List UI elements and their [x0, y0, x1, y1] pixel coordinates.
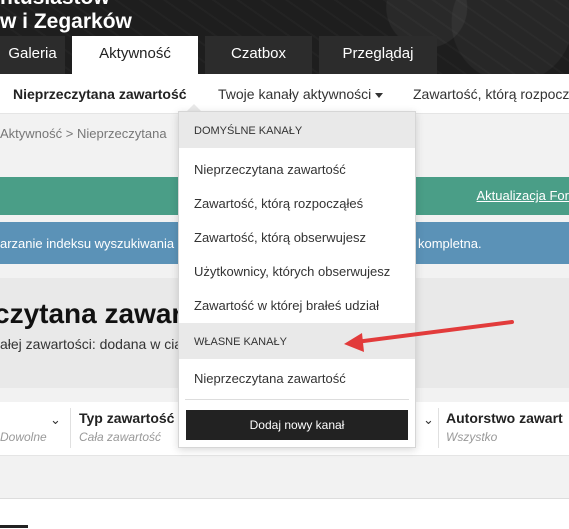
filter-type-label[interactable]: Typ zawartość [79, 410, 174, 426]
breadcrumb-separator: > [65, 126, 74, 141]
activity-subnav: Nieprzeczytana zawartość Twoje kanały ak… [0, 74, 569, 114]
subnav-started[interactable]: Zawartość, którą rozpoczą [413, 86, 569, 102]
menu-item-started[interactable]: Zawartość, którą rozpocząłeś [194, 196, 363, 211]
main-tabs: Galeria Aktywność Czatbox Przeglądaj [0, 36, 444, 74]
breadcrumb: Aktywność > Nieprzeczytana [0, 126, 167, 141]
site-title-line1: ntusiastów [0, 0, 110, 9]
subnav-streams-label: Twoje kanały aktywności [218, 86, 372, 102]
info-message-text-left: arzanie indeksu wyszukiwania [0, 236, 175, 251]
tab-browse[interactable]: Przeglądaj [319, 36, 437, 74]
filter-divider [438, 408, 439, 448]
subnav-unread[interactable]: Nieprzeczytana zawartość [13, 86, 187, 102]
content-list [0, 498, 569, 529]
add-stream-button[interactable]: Dodaj nowy kanał [186, 410, 408, 440]
tab-indicator [0, 525, 28, 528]
tab-activity[interactable]: Aktywność [72, 36, 198, 74]
activity-streams-menu: Domyślne kanały Nieprzeczytana zawartość… [178, 111, 416, 448]
menu-item-followed-users[interactable]: Użytkownicy, których obserwujesz [194, 264, 390, 279]
breadcrumb-current: Nieprzeczytana [76, 126, 167, 141]
site-header: ntusiastów w i Zegarków Galeria Aktywnoś… [0, 0, 569, 74]
breadcrumb-home[interactable]: Aktywność [0, 126, 62, 141]
filter-time-value[interactable]: Dowolne [0, 430, 47, 444]
menu-item-participated[interactable]: Zawartość w której brałeś udział [194, 298, 379, 313]
menu-item-unread[interactable]: Nieprzeczytana zawartość [194, 162, 346, 177]
menu-divider [185, 399, 409, 400]
default-streams-header: Domyślne kanały [179, 112, 415, 148]
announcement-link[interactable]: Aktualizacja For [477, 188, 569, 203]
filter-author-value[interactable]: Wszystko [446, 430, 497, 444]
filter-type-value[interactable]: Cała zawartość [79, 430, 161, 444]
menu-item-custom-unread[interactable]: Nieprzeczytana zawartość [194, 371, 346, 386]
subnav-streams[interactable]: Twoje kanały aktywności [218, 86, 384, 102]
page-title: czytana zawart [0, 298, 192, 329]
page-subtitle: ałej zawartości: dodana w cia [0, 336, 183, 352]
tab-chatbox[interactable]: Czatbox [205, 36, 312, 74]
filter-author-label[interactable]: Autorstwo zawart [446, 410, 563, 426]
menu-item-followed[interactable]: Zawartość, którą obserwujesz [194, 230, 366, 245]
filter-divider [70, 408, 71, 448]
chevron-down-icon[interactable]: ⌄ [50, 412, 61, 428]
site-title[interactable]: ntusiastów w i Zegarków [0, 0, 132, 34]
site-title-line2: w i Zegarków [0, 10, 132, 33]
tab-gallery[interactable]: Galeria [0, 36, 65, 74]
custom-streams-header: Własne kanały [179, 323, 415, 359]
chevron-down-icon[interactable]: ⌄ [423, 412, 434, 428]
info-message-text-right: kompletna. [418, 236, 482, 251]
caret-down-icon [375, 92, 384, 98]
